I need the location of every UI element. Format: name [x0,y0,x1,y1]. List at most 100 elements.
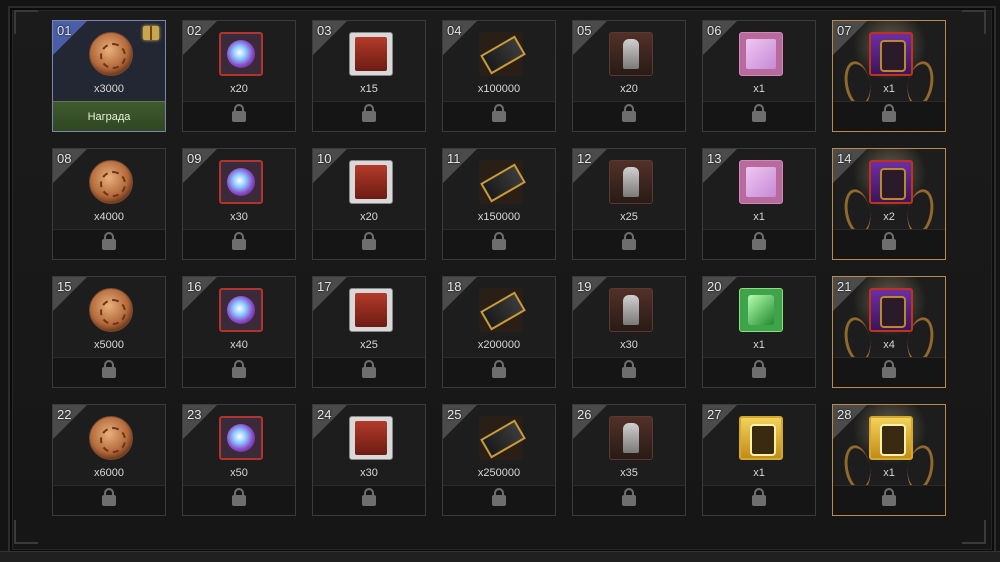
lock-icon [232,232,246,250]
reward-cell-19[interactable]: 19 x30 [572,276,686,388]
day-number: 02 [187,23,202,38]
locked-footer [183,485,295,515]
reward-cell-02[interactable]: 02 x20 [182,20,296,132]
corner-ornament [14,520,38,544]
day-number: 25 [447,407,462,422]
day-number: 09 [187,151,202,166]
locked-footer [313,229,425,259]
day-number: 27 [707,407,722,422]
reward-quantity: x30 [230,211,248,223]
reward-cell-25[interactable]: 25 x250000 [442,404,556,516]
reward-cell-15[interactable]: 15 x5000 [52,276,166,388]
reward-cell-04[interactable]: 04 x100000 [442,20,556,132]
reward-cell-08[interactable]: 08 x4000 [52,148,166,260]
statue-icon [609,160,653,204]
reward-quantity: x25 [360,339,378,351]
reward-quantity: x200000 [477,339,521,351]
locked-footer [573,485,685,515]
reward-cell-27[interactable]: 27 x1 [702,404,816,516]
lock-icon [882,232,896,250]
ticket-icon [479,416,523,460]
lock-icon [492,360,506,378]
reward-cell-09[interactable]: 09 x30 [182,148,296,260]
locked-footer [833,485,945,515]
pink-scroll-icon [739,160,783,204]
corner-ornament [14,10,38,34]
reward-cell-07[interactable]: 07 x1 [832,20,946,132]
cookie-icon [89,32,133,76]
reward-quantity: x40 [230,339,248,351]
reward-cell-21[interactable]: 21 x4 [832,276,946,388]
bottom-bar [0,551,1000,562]
locked-footer [183,229,295,259]
card-icon [349,160,393,204]
locked-footer [443,101,555,131]
reward-quantity: x20 [620,83,638,95]
reward-cell-24[interactable]: 24 x30 [312,404,426,516]
locked-footer [703,229,815,259]
orb-icon [219,288,263,332]
ticket-icon [479,32,523,76]
locked-footer [573,229,685,259]
reward-cell-16[interactable]: 16 x40 [182,276,296,388]
reward-cell-14[interactable]: 14 x2 [832,148,946,260]
locked-footer [833,101,945,131]
reward-cell-12[interactable]: 12 x25 [572,148,686,260]
reward-cell-26[interactable]: 26 x35 [572,404,686,516]
day-number: 21 [837,279,852,294]
reward-cell-17[interactable]: 17 x25 [312,276,426,388]
reward-cell-10[interactable]: 10 x20 [312,148,426,260]
card-icon [349,288,393,332]
lock-icon [232,360,246,378]
reward-cell-11[interactable]: 11 x150000 [442,148,556,260]
locked-footer [313,485,425,515]
day-number: 20 [707,279,722,294]
reward-cell-13[interactable]: 13 x1 [702,148,816,260]
reward-cell-03[interactable]: 03 x15 [312,20,426,132]
reward-cell-28[interactable]: 28 x1 [832,404,946,516]
locked-footer [53,357,165,387]
reward-quantity: x50 [230,467,248,479]
reward-quantity: x1 [753,211,765,223]
reward-quantity: x25 [620,211,638,223]
day-number: 26 [577,407,592,422]
reward-cell-22[interactable]: 22 x6000 [52,404,166,516]
locked-footer [443,229,555,259]
day-number: 11 [447,151,461,166]
lock-icon [752,104,766,122]
reward-quantity: x1 [753,339,765,351]
statue-icon [609,288,653,332]
card-icon [349,416,393,460]
card-icon [349,32,393,76]
locked-footer [833,229,945,259]
reward-quantity: x1 [753,467,765,479]
claim-reward-button[interactable]: Награда [53,101,165,131]
lock-icon [492,488,506,506]
locked-footer [183,357,295,387]
reward-quantity: x30 [620,339,638,351]
orb-icon [219,416,263,460]
lock-icon [622,488,636,506]
reward-quantity: x4 [883,339,895,351]
reward-cell-05[interactable]: 05 x20 [572,20,686,132]
reward-quantity: x35 [620,467,638,479]
reward-cell-01[interactable]: 01 x3000 Награда [52,20,166,132]
day-number: 13 [707,151,722,166]
purple-card-icon [869,32,913,76]
ticket-icon [479,288,523,332]
corner-ornament [962,520,986,544]
lock-icon [362,104,376,122]
reward-cell-06[interactable]: 06 x1 [702,20,816,132]
day-number: 24 [317,407,332,422]
reward-cell-18[interactable]: 18 x200000 [442,276,556,388]
lock-icon [752,360,766,378]
reward-cell-23[interactable]: 23 x50 [182,404,296,516]
reward-quantity: x100000 [477,83,521,95]
locked-footer [443,357,555,387]
lock-icon [232,104,246,122]
reward-cell-20[interactable]: 20 x1 [702,276,816,388]
locked-footer [703,357,815,387]
day-number: 12 [577,151,592,166]
cookie-icon [89,416,133,460]
day-number: 23 [187,407,202,422]
